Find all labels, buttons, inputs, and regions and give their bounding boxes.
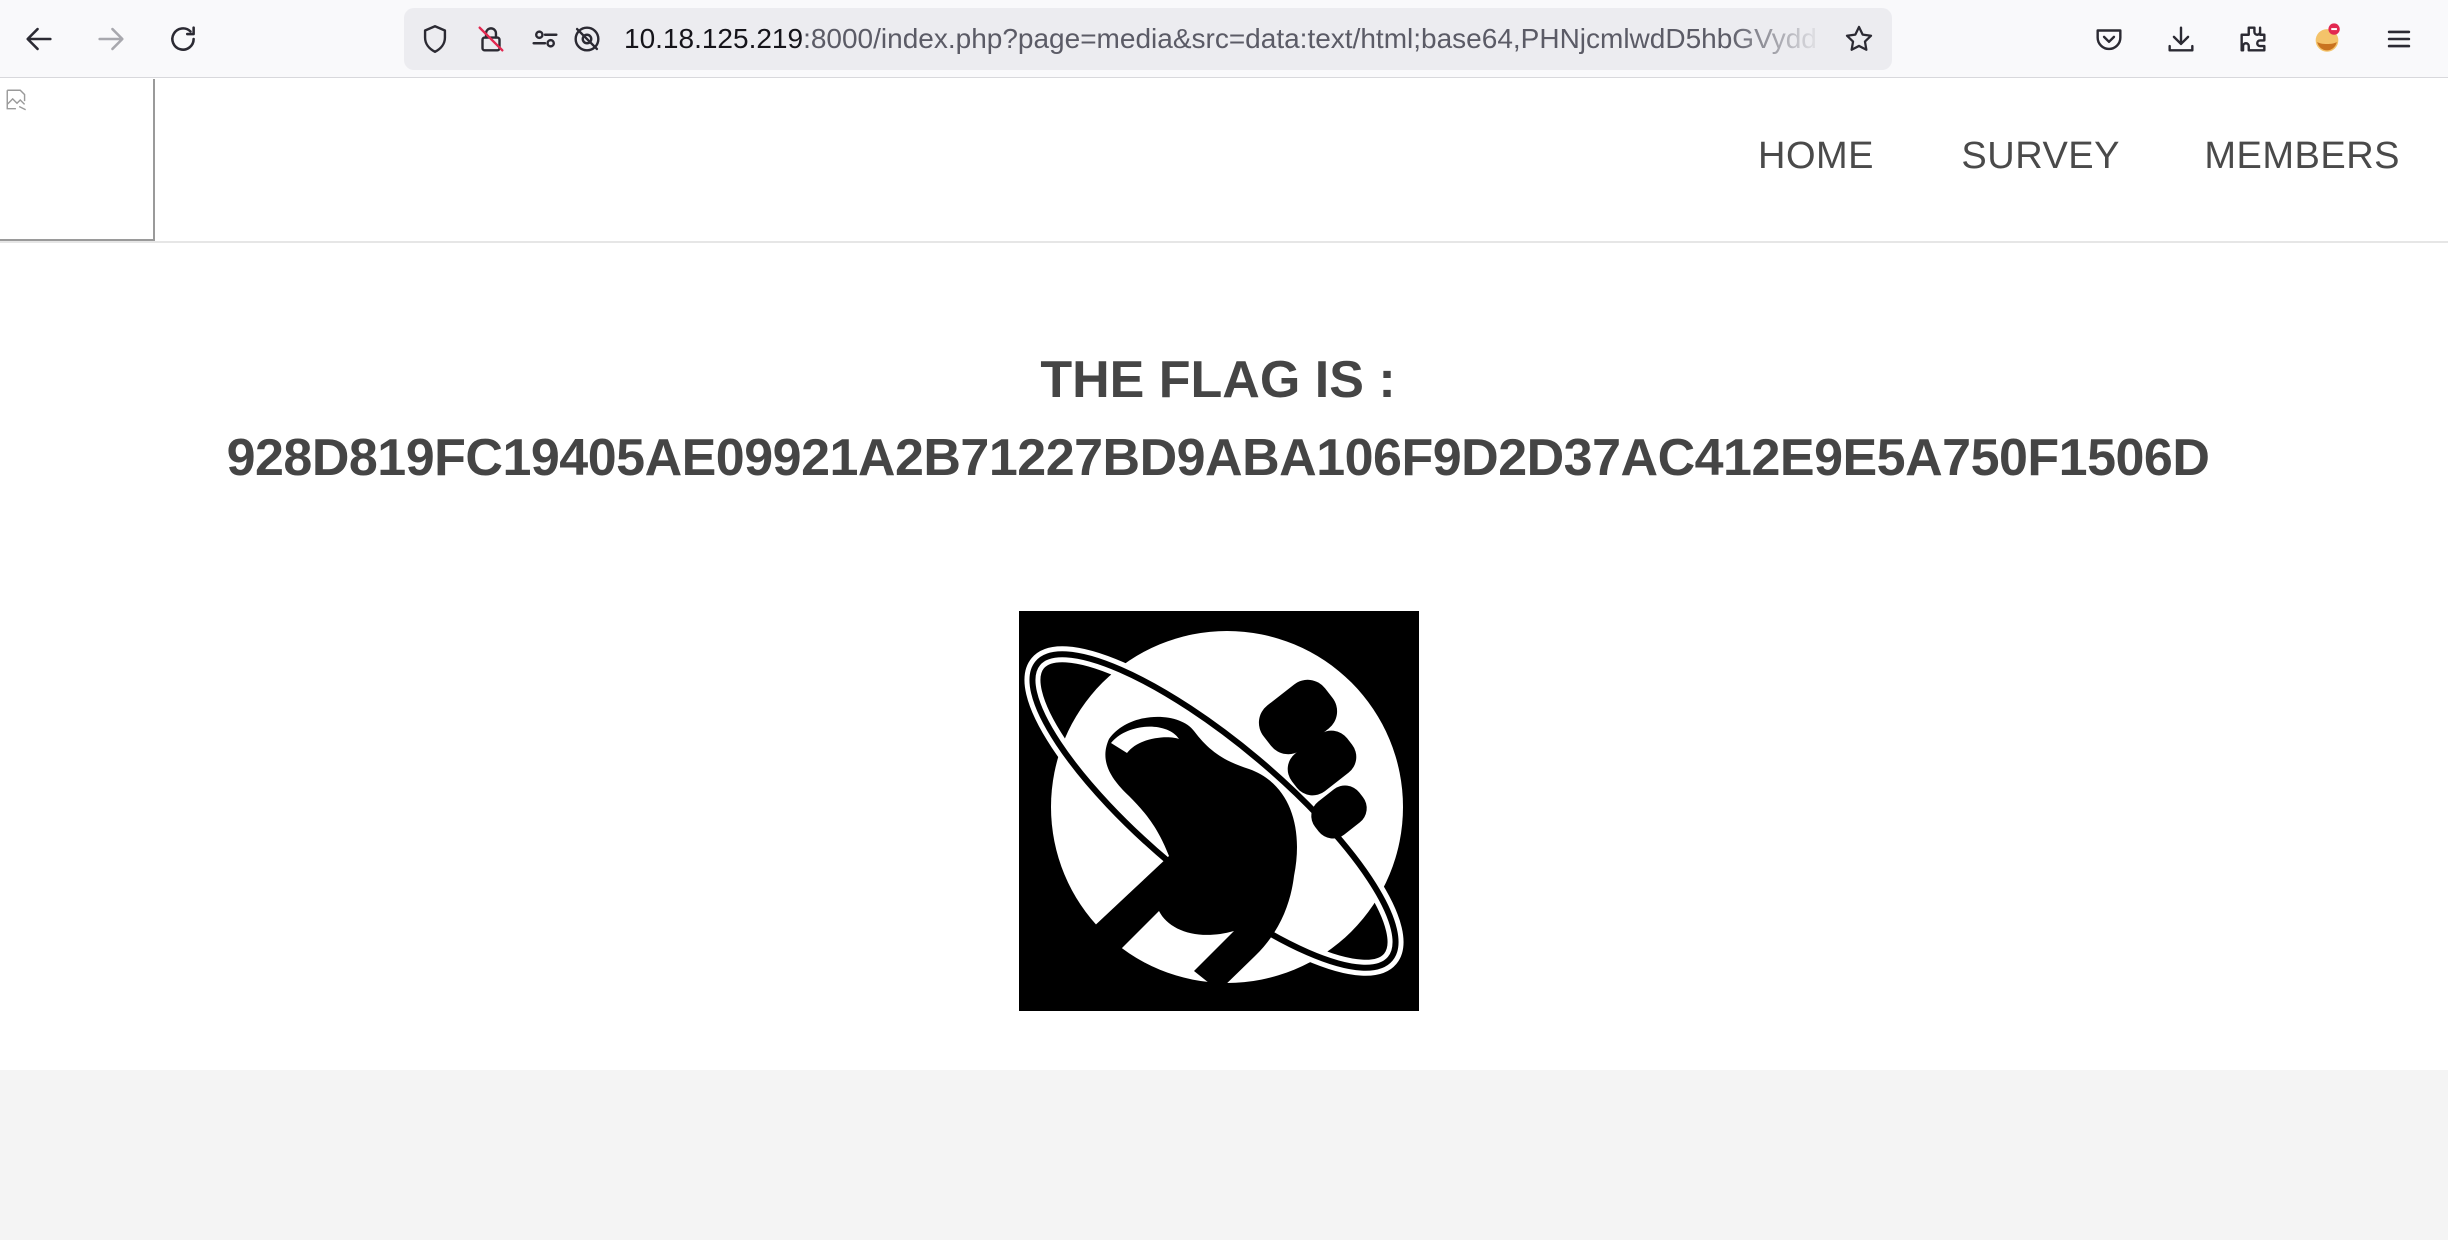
nav-survey[interactable]: SURVEY — [1961, 135, 2120, 178]
nav-home[interactable]: HOME — [1758, 135, 1874, 178]
browser-toolbar: 10.18.125.219:8000/index.php?page=media&… — [0, 0, 2448, 78]
url-text[interactable]: 10.18.125.219:8000/index.php?page=media&… — [624, 8, 1824, 70]
hamburger-icon — [2387, 30, 2411, 48]
reload-icon — [171, 26, 195, 51]
site-logo[interactable] — [0, 79, 155, 241]
broken-image-icon — [6, 89, 26, 111]
thumbs-up-planet-emblem — [1019, 611, 1419, 1011]
nav-members[interactable]: MEMBERS — [2204, 135, 2400, 178]
menu-button[interactable] — [2374, 14, 2424, 64]
pocket-icon — [2096, 29, 2122, 51]
flag-title: THE FLAG IS : — [1040, 351, 1396, 409]
url-path: :8000/index.php?page=media&src=data:text… — [803, 23, 1817, 54]
page-footer — [0, 1070, 2448, 1240]
puzzle-icon — [2240, 26, 2266, 52]
arrow-left-icon — [26, 27, 52, 51]
extensions-button[interactable] — [2228, 14, 2278, 64]
download-icon — [2168, 26, 2194, 52]
avatar-icon — [2315, 23, 2340, 52]
site-header: HOME SURVEY MEMBERS — [0, 79, 2448, 243]
star-icon — [1845, 25, 1873, 51]
account-button[interactable] — [2302, 14, 2352, 64]
shield-icon[interactable] — [418, 22, 452, 56]
reload-button[interactable] — [158, 14, 208, 64]
flag-value: 928D819FC19405AE09921A2B71227BD9ABA106F9… — [226, 429, 2210, 487]
forward-button[interactable] — [86, 14, 136, 64]
back-button[interactable] — [14, 14, 64, 64]
url-host: 10.18.125.219 — [624, 23, 804, 54]
arrow-right-icon — [98, 27, 124, 51]
permissions-icon[interactable] — [528, 22, 562, 56]
downloads-button[interactable] — [2156, 14, 2206, 64]
url-bar[interactable]: 10.18.125.219:8000/index.php?page=media&… — [404, 8, 1892, 70]
bookmark-star-button[interactable] — [1842, 22, 1876, 56]
camera-blocked-icon[interactable] — [570, 22, 604, 56]
insecure-lock-icon[interactable] — [474, 22, 508, 56]
pocket-button[interactable] — [2084, 14, 2134, 64]
